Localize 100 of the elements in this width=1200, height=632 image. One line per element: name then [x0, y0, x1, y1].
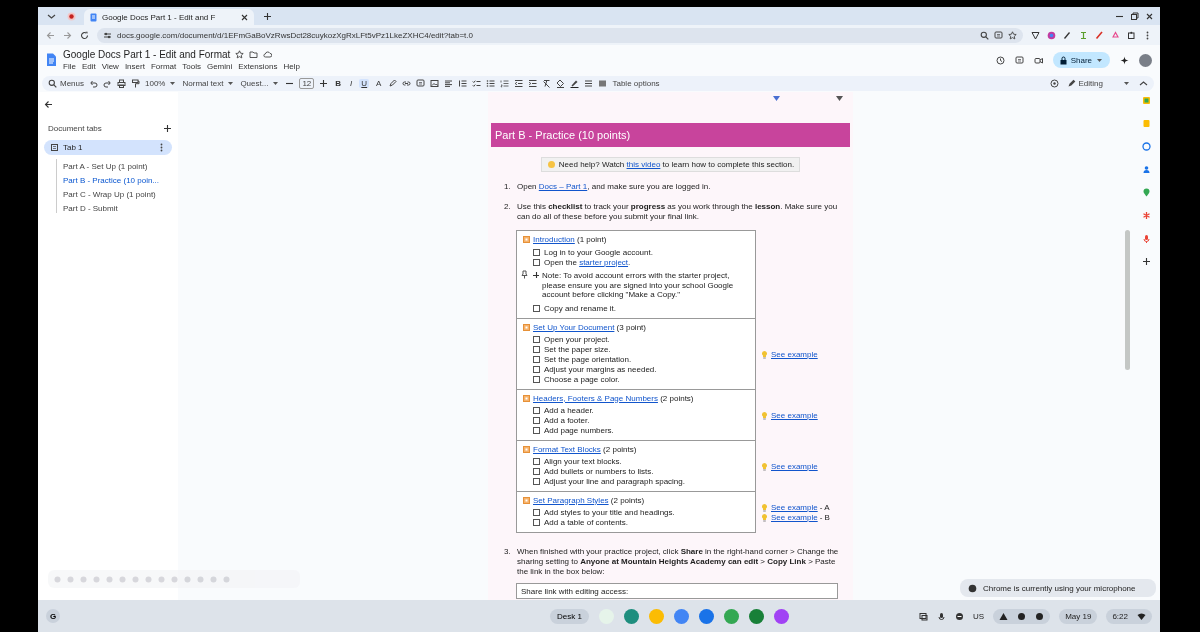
example-link[interactable]: See example — [771, 410, 818, 420]
link-icon[interactable] — [402, 79, 412, 88]
menu-item[interactable]: Insert — [124, 62, 145, 71]
menu-item[interactable]: Help — [283, 62, 300, 71]
checkbox[interactable] — [533, 376, 540, 383]
video-call-icon[interactable] — [1033, 55, 1043, 65]
star-icon[interactable] — [235, 50, 245, 59]
format-button[interactable]: A — [374, 79, 384, 88]
menu-item[interactable]: File — [63, 62, 76, 71]
site-settings-icon[interactable] — [103, 30, 112, 40]
checkbox[interactable] — [533, 458, 540, 465]
menu-item[interactable]: View — [101, 62, 119, 71]
checkbox[interactable] — [533, 258, 540, 266]
example-link[interactable]: See example — [771, 502, 818, 512]
microphone-icon[interactable] — [937, 611, 947, 621]
back-arrow-icon[interactable] — [44, 100, 53, 109]
menu-item[interactable]: Format — [150, 62, 177, 71]
table-options-button[interactable]: Table options — [612, 79, 660, 88]
format-button[interactable]: U — [359, 79, 370, 88]
target-icon[interactable] — [1049, 79, 1059, 88]
checkbox[interactable] — [533, 468, 540, 475]
input-method[interactable]: US — [973, 611, 985, 621]
checkbox[interactable] — [533, 366, 540, 373]
screen-capture-icon[interactable] — [919, 611, 929, 621]
section-link[interactable]: Introduction — [533, 235, 575, 244]
style-select[interactable]: Normal text — [182, 79, 236, 88]
back-icon[interactable] — [46, 30, 55, 40]
status-area[interactable] — [993, 608, 1051, 624]
example-link[interactable]: See example — [771, 512, 818, 522]
share-button[interactable]: Share — [1052, 52, 1110, 68]
app-icon[interactable] — [674, 608, 689, 624]
font-size-field[interactable]: 12 — [299, 78, 315, 89]
checkbox[interactable] — [533, 346, 540, 353]
folder-icon[interactable] — [249, 50, 259, 59]
clock-button[interactable]: 6:22 — [1106, 608, 1152, 624]
paint-format-icon[interactable] — [131, 79, 140, 88]
maps-icon[interactable] — [1142, 188, 1151, 197]
checkbox[interactable] — [533, 336, 540, 343]
checklist-icon[interactable] — [472, 79, 482, 88]
font-select[interactable]: Quest... — [240, 79, 281, 88]
editing-mode-select[interactable]: Editing — [1066, 79, 1131, 88]
close-icon[interactable] — [1145, 11, 1154, 21]
checkbox[interactable] — [533, 519, 540, 526]
add-row-icon[interactable] — [532, 271, 539, 278]
border-color-icon[interactable] — [570, 79, 580, 88]
calendar-icon[interactable] — [1142, 96, 1151, 105]
image-icon[interactable] — [430, 79, 440, 88]
history-icon[interactable] — [995, 55, 1005, 65]
checkbox[interactable] — [533, 356, 540, 363]
app-icon[interactable] — [699, 608, 714, 624]
menus-search[interactable]: Menus — [48, 79, 84, 88]
checkbox[interactable] — [533, 509, 540, 516]
numbered-list-icon[interactable] — [500, 79, 510, 88]
desk-button[interactable]: Desk 1 — [550, 608, 589, 624]
video-link[interactable]: this video — [626, 160, 661, 169]
contacts-icon[interactable] — [1142, 165, 1151, 174]
recording-icon[interactable] — [66, 11, 76, 21]
bookmark-star-icon[interactable] — [1008, 30, 1017, 40]
pen-icon[interactable] — [1063, 30, 1072, 40]
menu-item[interactable]: Edit — [81, 62, 96, 71]
new-tab-icon[interactable] — [262, 11, 272, 21]
browser-tab[interactable]: Google Docs Part 1 - Edit and F — [84, 9, 254, 25]
increase-size-icon[interactable] — [319, 79, 329, 88]
bulleted-list-icon[interactable] — [486, 79, 496, 88]
puzzle-icon[interactable] — [1127, 30, 1136, 40]
undo-icon[interactable] — [89, 79, 98, 88]
section-link[interactable]: Format Text Blocks — [533, 444, 601, 454]
highlighter-icon[interactable] — [388, 79, 398, 88]
comment-icon[interactable] — [416, 79, 426, 88]
section-link[interactable]: Headers, Footers & Page Numbers — [533, 393, 658, 403]
app-icon[interactable] — [624, 608, 639, 624]
scrollbar[interactable] — [1125, 230, 1130, 370]
checkbox[interactable] — [533, 305, 540, 312]
line-spacing-icon[interactable] — [458, 79, 468, 88]
add-icon[interactable] — [1142, 257, 1151, 266]
avatar[interactable] — [1139, 53, 1152, 67]
sparkle-icon[interactable] — [1120, 55, 1129, 65]
checkbox[interactable] — [533, 407, 540, 414]
share-link-box[interactable]: Share link with editing access: — [516, 582, 838, 599]
add-tab-icon[interactable] — [163, 124, 172, 133]
blocked-icon[interactable] — [955, 611, 965, 621]
border-dash-icon[interactable] — [598, 79, 608, 88]
subtab-item[interactable]: Part B - Practice (10 poin... — [63, 176, 172, 185]
date-button[interactable]: May 19 — [1059, 608, 1098, 624]
print-icon[interactable] — [117, 79, 126, 88]
checkbox[interactable] — [533, 427, 540, 434]
zoom-select[interactable]: 100% — [145, 79, 178, 88]
section-link[interactable]: Set Up Your Document — [533, 322, 615, 332]
fill-color-icon[interactable] — [556, 79, 566, 88]
border-width-icon[interactable] — [584, 79, 594, 88]
example-link[interactable]: See example — [771, 461, 818, 471]
close-icon[interactable] — [240, 12, 249, 22]
asterisk-icon[interactable] — [1142, 211, 1151, 220]
clear-formatting-icon[interactable] — [542, 79, 552, 88]
document-title[interactable]: Google Docs Part 1 - Edit and Format — [63, 49, 231, 60]
app-icon[interactable] — [774, 608, 789, 624]
comment-icon[interactable] — [1014, 55, 1024, 65]
checkbox[interactable] — [533, 417, 540, 424]
checkbox[interactable] — [533, 478, 540, 485]
tasks-icon[interactable] — [1142, 142, 1151, 151]
